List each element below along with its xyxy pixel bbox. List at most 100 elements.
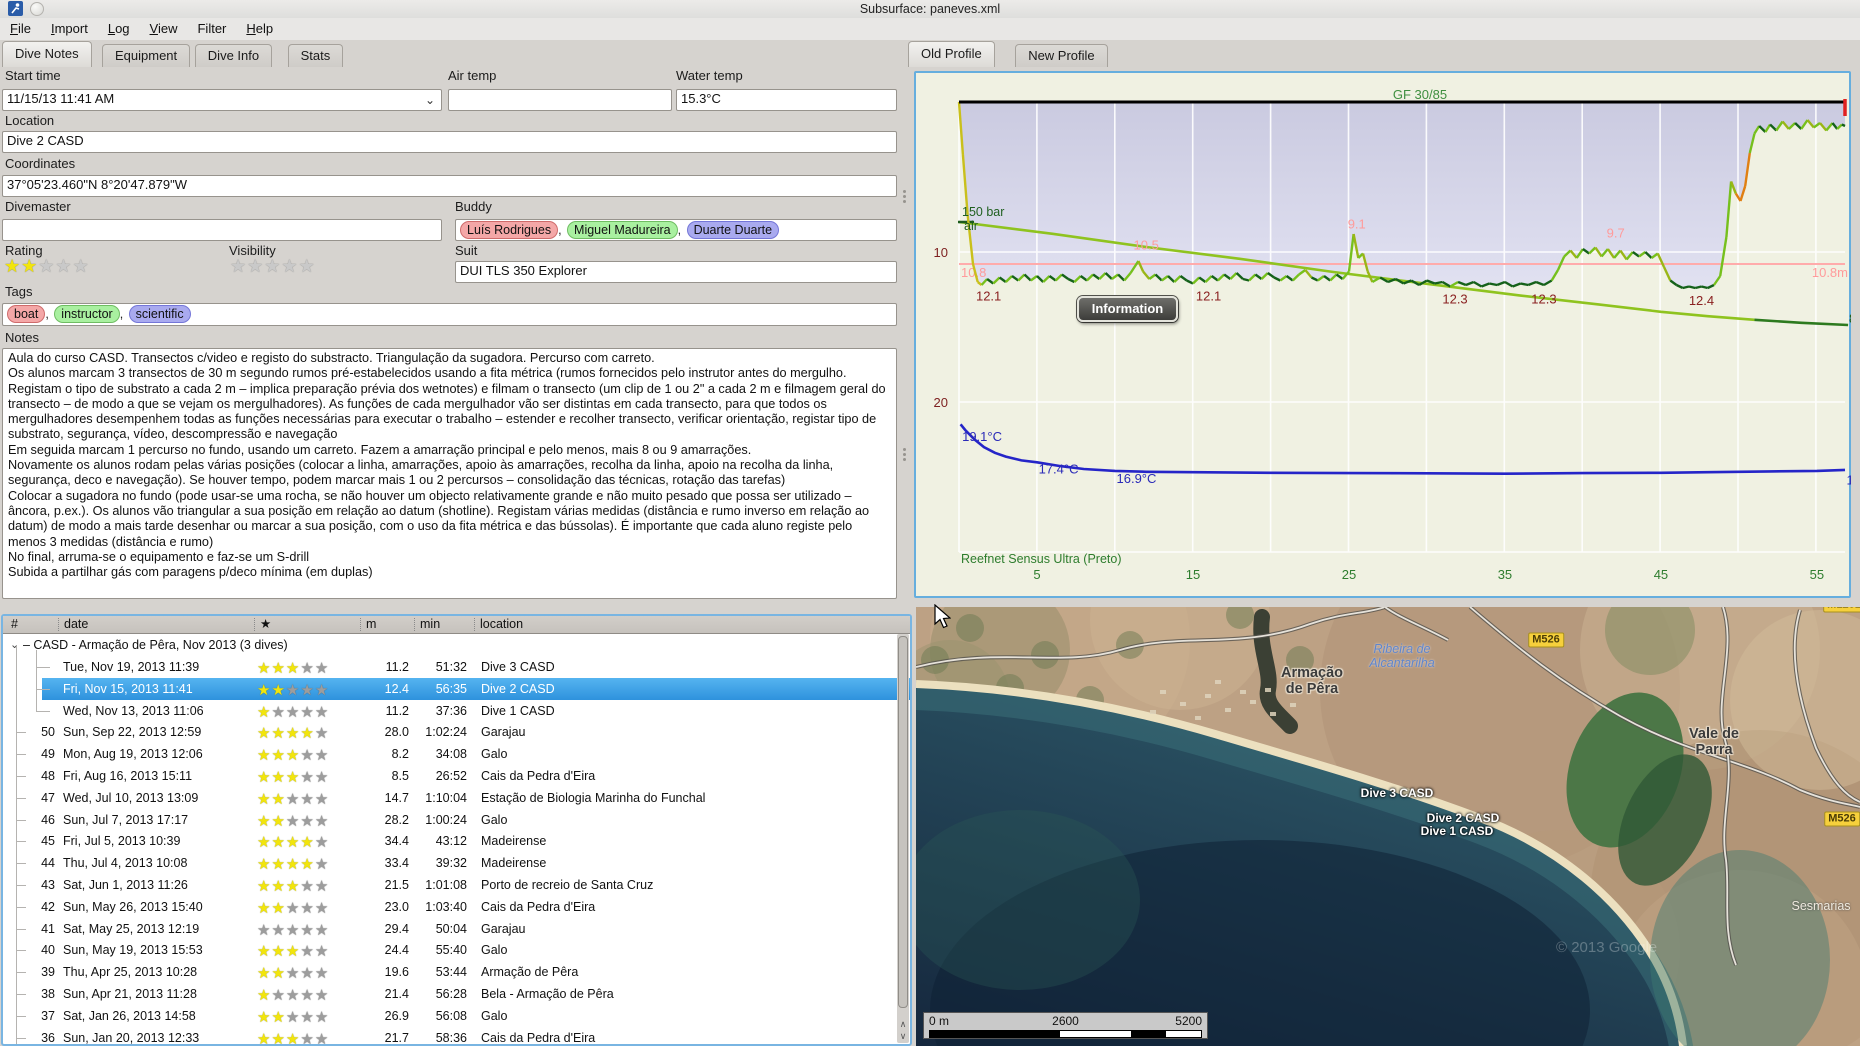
information-tooltip[interactable]: Information xyxy=(1077,296,1178,322)
tab-stats[interactable]: Stats xyxy=(287,44,344,67)
menu-file[interactable]: File xyxy=(0,18,41,39)
star-icon: ★ xyxy=(257,987,272,1004)
suit-input[interactable]: DUI TLS 350 Explorer xyxy=(455,261,897,283)
menu-help[interactable]: Help xyxy=(236,18,283,39)
star-icon: ★ xyxy=(300,725,315,743)
coordinates-label: Coordinates xyxy=(5,156,76,171)
menu-view[interactable]: View xyxy=(140,18,188,39)
star-icon: ★ xyxy=(38,256,56,276)
star-icon: ★ xyxy=(298,256,316,276)
air-temp-input[interactable] xyxy=(448,89,672,111)
tab-dive-notes[interactable]: Dive Notes xyxy=(2,41,92,67)
notes-textarea[interactable]: Aula do curso CASD. Transectos c/video e… xyxy=(2,348,897,599)
pill-luís-rodrigues[interactable]: Luís Rodrigues xyxy=(460,221,559,239)
visibility-stars[interactable]: ★★★★★ xyxy=(230,256,316,277)
column-header-3[interactable]: m xyxy=(366,617,376,632)
table-row[interactable]: 36 Sun, Jan 20, 2013 12:33 21.7 58:36 Cais d… xyxy=(3,1027,898,1046)
star-icon: ★ xyxy=(314,943,330,961)
star-icon: ★ xyxy=(300,856,315,874)
chevron-down-icon[interactable]: ⌄ xyxy=(425,91,435,109)
star-icon: ★ xyxy=(257,878,272,895)
star-icon: ★ xyxy=(300,965,315,983)
table-row[interactable]: 41 Sat, May 25, 2013 12:19 29.4 50:04 Garaja… xyxy=(3,918,898,940)
scrollbar-thumb[interactable] xyxy=(898,636,908,1008)
dive-list-header[interactable]: # date ★ m min location xyxy=(3,616,910,634)
star-icon: ★ xyxy=(300,681,315,699)
column-header-5[interactable]: location xyxy=(480,617,523,632)
ceiling-label-right: 10.8m xyxy=(1812,265,1848,280)
table-row[interactable]: 49 Mon, Aug 19, 2013 12:06 8.2 34:08 Galo ★★★… xyxy=(3,743,898,765)
star-icon: ★ xyxy=(55,256,73,276)
table-row[interactable]: 40 Sun, May 19, 2013 15:53 24.4 55:40 Galo ★★… xyxy=(3,939,898,961)
pill-duarte-duarte[interactable]: Duarte Duarte xyxy=(686,221,780,239)
menubar: File Import Log View Filter Help xyxy=(0,18,1860,41)
divemaster-label: Divemaster xyxy=(5,199,71,214)
tab-equipment[interactable]: Equipment xyxy=(102,44,191,67)
tab-new-profile[interactable]: New Profile xyxy=(1015,44,1108,67)
star-icon: ★ xyxy=(314,747,330,765)
table-row[interactable]: 37 Sat, Jan 26, 2013 14:58 26.9 56:08 Galo ★★… xyxy=(3,1005,898,1027)
table-row[interactable]: 48 Fri, Aug 16, 2013 15:11 8.5 26:52 Cais da… xyxy=(3,765,898,787)
road-badge: M526 xyxy=(1824,811,1860,827)
tab-dive-info[interactable]: Dive Info xyxy=(194,44,273,67)
pill-instructor[interactable]: instructor xyxy=(54,305,120,323)
star-icon: ★ xyxy=(281,256,299,276)
star-icon: ★ xyxy=(300,987,315,1004)
scroll-up-icon[interactable]: ∧ xyxy=(897,1018,909,1030)
dive-list-table: # date ★ m min location ⌄ – CASD - Armação de … xyxy=(1,614,912,1046)
profile-fill xyxy=(959,102,1845,288)
menu-log[interactable]: Log xyxy=(98,18,140,39)
star-icon: ★ xyxy=(314,1030,330,1046)
star-icon: ★ xyxy=(257,899,272,917)
star-icon: ★ xyxy=(285,1008,301,1026)
star-icon: ★ xyxy=(271,943,286,961)
menu-import[interactable]: Import xyxy=(41,18,98,39)
coordinates-input[interactable]: 37°05'23.460"N 8°20'47.879"W xyxy=(2,175,897,197)
table-row[interactable]: 38 Sun, Apr 21, 2013 11:28 21.4 56:28 Bela -… xyxy=(3,983,898,1005)
star-icon: ★ xyxy=(300,1008,315,1026)
pill-miguel-madureira[interactable]: Miguel Madureira xyxy=(567,221,678,239)
tags-input[interactable]: boat, instructor, scientific xyxy=(2,303,897,326)
table-row[interactable]: 42 Sun, May 26, 2013 15:40 23.0 1:03:40 Cais… xyxy=(3,896,898,918)
scroll-down-icon[interactable]: ∨ xyxy=(897,1030,909,1042)
column-header-4[interactable]: min xyxy=(420,617,440,632)
column-header-1[interactable]: date xyxy=(64,617,88,632)
table-row[interactable]: 39 Thu, Apr 25, 2013 10:28 19.6 53:44 Armaçã… xyxy=(3,961,898,983)
start-time-combobox[interactable]: 11/15/13 11:41 AM ⌄ xyxy=(2,89,442,111)
table-row[interactable]: Tue, Nov 19, 2013 11:39 11.2 51:32 Dive 3 C… xyxy=(3,656,898,678)
pill-scientific[interactable]: scientific xyxy=(128,305,191,323)
table-row[interactable]: 50 Sun, Sep 22, 2013 12:59 28.0 1:02:24 Gara… xyxy=(3,721,898,743)
rating-stars[interactable]: ★★★★★ xyxy=(4,256,90,277)
table-row[interactable]: Wed, Nov 13, 2013 11:06 11.2 37:36 Dive 1 C… xyxy=(3,700,898,722)
menu-filter[interactable]: Filter xyxy=(187,18,236,39)
vertical-splitter-handle[interactable] xyxy=(903,446,907,463)
star-icon: ★ xyxy=(271,834,286,852)
location-input[interactable]: Dive 2 CASD xyxy=(2,131,897,153)
table-row[interactable]: 45 Fri, Jul 5, 2013 10:39 34.4 43:12 Madeire… xyxy=(3,830,898,852)
pill-boat[interactable]: boat xyxy=(7,305,46,323)
map-place-label: Vale de Parra xyxy=(1689,726,1739,758)
table-row[interactable]: 47 Wed, Jul 10, 2013 13:09 14.7 1:10:04 Esta… xyxy=(3,787,898,809)
column-header-2[interactable]: ★ xyxy=(260,617,271,632)
water-temp-input[interactable]: 15.3°C xyxy=(676,89,897,111)
star-icon: ★ xyxy=(257,769,272,786)
divemaster-input[interactable] xyxy=(2,219,442,241)
table-row[interactable]: 44 Thu, Jul 4, 2013 10:08 33.4 39:32 Madeire… xyxy=(3,852,898,874)
vertical-splitter-handle[interactable] xyxy=(903,188,907,205)
time-tick-label: 35 xyxy=(1498,567,1512,582)
buddy-input[interactable]: Luís Rodrigues, Miguel Madureira, Duarte… xyxy=(455,219,897,241)
dive-list-scrollbar[interactable]: ∧ ∨ xyxy=(897,634,909,1043)
star-icon: ★ xyxy=(257,1008,272,1026)
trip-group-row[interactable]: ⌄ – CASD - Armação de Pêra, Nov 2013 (3 d… xyxy=(3,634,898,656)
expander-icon[interactable]: ⌄ xyxy=(10,634,19,656)
table-row[interactable]: 43 Sat, Jun 1, 2013 11:26 21.5 1:01:08 Porto… xyxy=(3,874,898,896)
event-label: 12.1 xyxy=(976,289,1001,304)
column-header-0[interactable]: # xyxy=(11,617,18,632)
table-row[interactable]: Fri, Nov 15, 2013 11:41 12.4 56:35 Dive 2 C… xyxy=(3,677,910,700)
tags-label: Tags xyxy=(5,284,33,299)
table-row[interactable]: 46 Sun, Jul 7, 2013 17:17 28.2 1:00:24 Galo ★… xyxy=(3,809,898,831)
tab-old-profile[interactable]: Old Profile xyxy=(908,41,995,67)
star-icon: ★ xyxy=(257,921,272,939)
dive-location-map[interactable]: Armação de Pêra Ribeira de Alcantarilha Va… xyxy=(916,607,1860,1046)
star-icon: ★ xyxy=(314,725,330,743)
